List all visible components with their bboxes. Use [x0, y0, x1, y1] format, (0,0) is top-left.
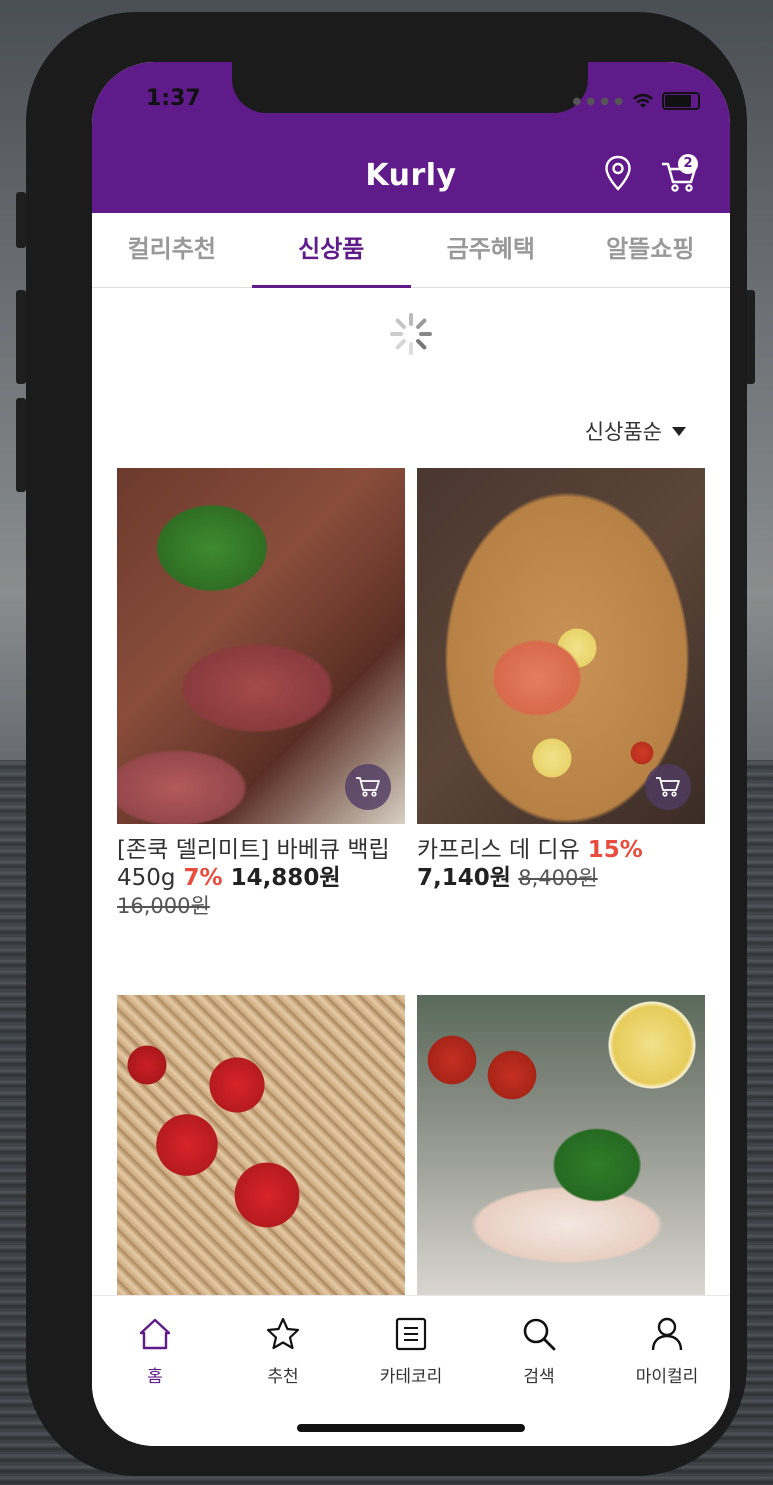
product-card[interactable] [117, 995, 405, 1295]
user-icon [651, 1317, 683, 1351]
shrimp-photo [417, 995, 705, 1295]
sort-dropdown[interactable]: 신상품순 [585, 416, 686, 446]
discount-rate: 15% [587, 837, 643, 863]
discount-rate: 7% [183, 865, 223, 891]
cart-icon [356, 777, 380, 797]
location-pin-icon[interactable] [604, 155, 632, 195]
app-header: 1:37 ● ● ● ● Kurly 2 [92, 62, 730, 213]
product-card[interactable]: [존쿡 델리미트] 바베큐 백립 450g 7% 14,880원 16,000원 [117, 468, 405, 938]
cart-count-badge: 2 [678, 154, 698, 174]
mute-switch [16, 192, 26, 248]
nav-recommend[interactable]: 추천 [228, 1316, 338, 1387]
signal-icon: ● ● ● ● [572, 95, 624, 107]
product-name: 카프리스 데 디유 [417, 837, 580, 863]
product-image-strawberries[interactable] [117, 995, 405, 1295]
product-image-ribs[interactable] [117, 468, 405, 824]
tab-new-products[interactable]: 신상품 [251, 213, 412, 288]
bottom-navigation: 홈 추천 카테코리 검색 마이컬리 [92, 1295, 730, 1446]
product-card[interactable]: 카프리스 데 디유 15% 7,140원 8,400원 [417, 468, 705, 938]
cart-icon [656, 777, 680, 797]
nav-category-label: 카테코리 [379, 1367, 443, 1387]
tab-weekly-benefits[interactable]: 금주혜택 [411, 213, 571, 287]
status-time: 1:37 [146, 86, 201, 111]
nav-my-kurly-label: 마이컬리 [635, 1367, 699, 1387]
nav-recommend-label: 추천 [267, 1367, 299, 1387]
add-to-cart-button[interactable] [345, 764, 391, 810]
loading-spinner-icon [390, 313, 432, 355]
product-image-salmon[interactable] [417, 468, 705, 824]
dropdown-arrow-icon [672, 426, 686, 436]
star-icon [266, 1317, 300, 1350]
nav-search-label: 검색 [523, 1367, 555, 1387]
home-icon [139, 1318, 171, 1350]
home-indicator[interactable] [297, 1424, 525, 1432]
strawberry-photo [117, 995, 405, 1295]
product-card[interactable] [417, 995, 705, 1295]
battery-icon [662, 92, 700, 110]
app-screen: 1:37 ● ● ● ● Kurly 2 컬리추천 신상품 금주혜택 알뜰쇼핑 … [92, 62, 730, 1446]
sort-label: 신상품순 [584, 420, 662, 444]
list-icon [395, 1317, 427, 1351]
app-title: Kurly [365, 158, 457, 193]
wifi-icon [633, 93, 653, 108]
sale-price: 7,140원 [417, 865, 511, 891]
volume-up-button [16, 290, 26, 384]
cart-icon[interactable]: 2 [660, 154, 702, 192]
sale-price: 14,880원 [230, 865, 341, 891]
add-to-cart-button[interactable] [645, 764, 691, 810]
tab-thrift-shopping[interactable]: 알뜰쇼핑 [571, 213, 731, 287]
device-notch [232, 62, 588, 113]
nav-home[interactable]: 홈 [100, 1316, 210, 1387]
nav-my-kurly[interactable]: 마이컬리 [612, 1316, 722, 1387]
search-icon [523, 1318, 556, 1351]
phone-frame: 1:37 ● ● ● ● Kurly 2 컬리추천 신상품 금주혜택 알뜰쇼핑 … [26, 12, 747, 1476]
tab-kurly-recommend[interactable]: 컬리추천 [92, 213, 252, 287]
nav-category[interactable]: 카테코리 [356, 1316, 466, 1387]
volume-down-button [16, 398, 26, 492]
nav-home-label: 홈 [147, 1367, 163, 1387]
status-icons: ● ● ● ● [573, 90, 700, 112]
product-info: [존쿡 델리미트] 바베큐 백립 450g 7% 14,880원 16,000원 [117, 836, 405, 920]
category-tabs: 컬리추천 신상품 금주혜택 알뜰쇼핑 [92, 213, 730, 288]
nav-search[interactable]: 검색 [484, 1316, 594, 1387]
product-info: 카프리스 데 디유 15% 7,140원 8,400원 [417, 836, 705, 892]
original-price: 8,400원 [518, 866, 598, 890]
product-image-shrimp[interactable] [417, 995, 705, 1295]
original-price: 16,000원 [117, 894, 210, 918]
